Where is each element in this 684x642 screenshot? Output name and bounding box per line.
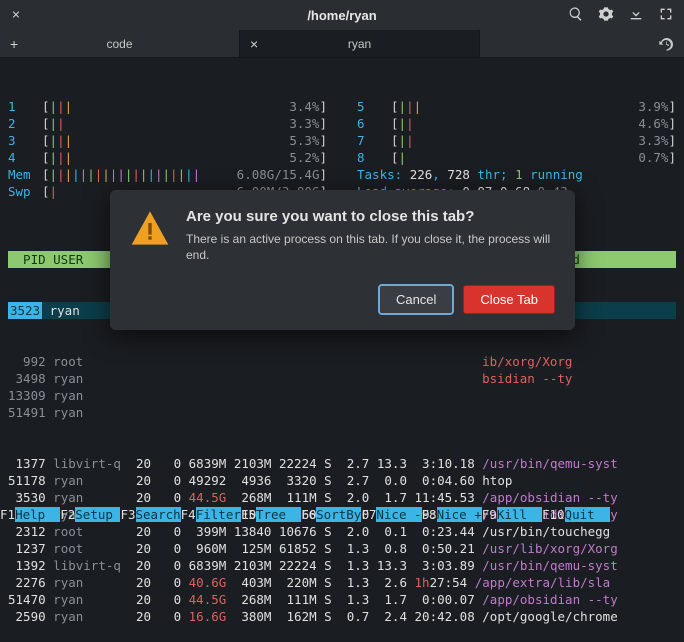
fkey-label[interactable]: Tree <box>256 507 301 522</box>
fkey: F10 <box>542 507 565 522</box>
warning-icon <box>130 208 170 263</box>
cpu-meter: 8 [|0.7%] <box>357 149 676 166</box>
tab-bar: + code × ryan <box>0 30 684 58</box>
cpu-meter: 1 [|||3.4%] <box>8 98 327 115</box>
process-row[interactable]: 992 root ib/xorg/Xorg <box>8 353 676 370</box>
cpu-meter: 4 [|||5.2%] <box>8 149 327 166</box>
titlebar: × /home/ryan <box>0 0 684 30</box>
download-icon[interactable] <box>628 6 644 25</box>
fkey: F6 <box>301 507 316 522</box>
tab-label: code <box>106 37 132 51</box>
fkey: F1 <box>0 507 15 522</box>
dialog-message: There is an active process on this tab. … <box>186 231 555 263</box>
fkey: F7 <box>361 507 376 522</box>
cpu-meter: 5 [|||3.9%] <box>357 98 676 115</box>
titlebar-actions <box>568 6 678 25</box>
fullscreen-icon[interactable] <box>658 6 674 25</box>
tasks-line: Tasks: 226, 728 thr; 1 running <box>357 166 676 183</box>
cpu-meter: 7 [||3.3%] <box>357 132 676 149</box>
cancel-button[interactable]: Cancel <box>379 285 453 314</box>
history-button[interactable] <box>648 30 684 57</box>
fkey-label[interactable]: Kill <box>497 507 542 522</box>
new-tab-button[interactable]: + <box>10 36 18 52</box>
process-row[interactable]: 1237 root 20 0 960M 125M 61852 S 1.3 0.8… <box>8 540 676 557</box>
cpu-meter: 2 [||3.3%] <box>8 115 327 132</box>
terminal-output: 1 [|||3.4%]2 [||3.3%]3 [|||5.3%]4 [|||5.… <box>0 58 684 642</box>
process-row[interactable]: 3498 ryan bsidian --ty <box>8 370 676 387</box>
tab-ryan[interactable]: × ryan <box>240 30 480 57</box>
mem-meter: Mem[||||||||||||||||||||6.08G/15.4G] <box>8 166 327 183</box>
close-tab-button[interactable]: × <box>250 36 258 52</box>
fkey-label[interactable]: Search <box>136 507 181 522</box>
process-row[interactable]: 3530 ryan 20 0 44.5G 268M 111M S 2.0 1.7… <box>8 489 676 506</box>
process-row[interactable]: 13309 ryan <box>8 387 676 404</box>
process-row[interactable]: 51178 ryan 20 0 49292 4936 3320 S 2.7 0.… <box>8 472 676 489</box>
tab-label: ryan <box>348 37 371 51</box>
dialog-title: Are you sure you want to close this tab? <box>186 208 555 225</box>
fkey-label[interactable]: Nice + <box>437 507 482 522</box>
function-key-bar: F1Help F2Setup F3SearchF4FilterF5Tree F6… <box>0 507 684 522</box>
process-row[interactable]: 2276 ryan 20 0 40.6G 403M 220M S 1.3 2.6… <box>8 574 676 591</box>
cpu-meter: 6 [||4.6%] <box>357 115 676 132</box>
fkey: F3 <box>120 507 135 522</box>
process-row[interactable]: 51470 ryan 20 0 44.5G 268M 111M S 1.3 1.… <box>8 591 676 608</box>
close-tab-dialog: Are you sure you want to close this tab?… <box>110 190 575 330</box>
fkey: F4 <box>181 507 196 522</box>
search-icon[interactable] <box>568 6 584 25</box>
window-close-button[interactable]: × <box>6 7 26 23</box>
fkey-label[interactable]: Help <box>15 507 60 522</box>
process-row[interactable]: 1392 libvirt-q 20 0 6839M 2103M 22224 S … <box>8 557 676 574</box>
fkey: F5 <box>241 507 256 522</box>
close-tab-confirm-button[interactable]: Close Tab <box>463 285 555 314</box>
process-row[interactable]: 1377 libvirt-q 20 0 6839M 2103M 22224 S … <box>8 455 676 472</box>
fkey: F2 <box>60 507 75 522</box>
fkey-label[interactable]: SortBy <box>316 507 361 522</box>
fkey: F8 <box>422 507 437 522</box>
fkey: F9 <box>482 507 497 522</box>
tab-code[interactable]: + code <box>0 30 240 57</box>
fkey-label[interactable]: Setup <box>75 507 120 522</box>
fkey-label[interactable]: Nice - <box>376 507 421 522</box>
fkey-label[interactable]: Filter <box>196 507 241 522</box>
process-row[interactable]: 2312 root 20 0 399M 13840 10676 S 2.0 0.… <box>8 523 676 540</box>
fkey-label[interactable]: Quit <box>565 507 610 522</box>
settings-icon[interactable] <box>598 6 614 25</box>
process-row[interactable]: 2590 ryan 20 0 16.6G 380M 162M S 0.7 2.4… <box>8 608 676 625</box>
process-row[interactable]: 51491 ryan <box>8 404 676 421</box>
cpu-meter: 3 [|||5.3%] <box>8 132 327 149</box>
